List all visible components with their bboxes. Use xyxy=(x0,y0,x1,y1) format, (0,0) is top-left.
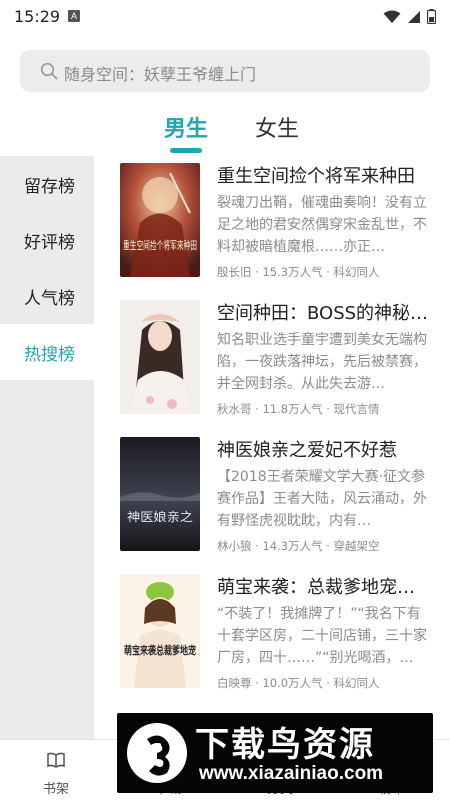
book-open-icon xyxy=(47,752,65,768)
book-cover[interactable]: 萌宝来袭总裁爹地宠 xyxy=(120,574,200,688)
book-title: 萌宝来袭：总裁爹地宠… xyxy=(217,577,415,598)
signal-icon xyxy=(408,10,420,23)
watermark-title: 下载鸟资源 xyxy=(195,725,375,765)
status-bar: 15:29 A xyxy=(0,0,450,34)
book-meta: 殷长旧 · 15.3万人气 · 科幻同人 xyxy=(217,265,380,279)
notification-a-icon: A xyxy=(68,10,80,22)
book-description: “不装了！我摊牌了！”“我名下有十套学区房，二十间店铺，三十家厂房，四十……”“… xyxy=(217,606,427,666)
book-cover[interactable]: 神医娘亲之 xyxy=(120,437,200,551)
nav-label: 书架 xyxy=(42,782,69,797)
book-cover-title: 重生空间捡个将军来种田 xyxy=(123,238,197,252)
rank-tab-popularity[interactable]: 人气榜 xyxy=(0,268,94,324)
watermark-url: www.xiazainiao.com xyxy=(199,763,384,784)
search-icon xyxy=(40,62,58,80)
book-title: 神医娘亲之爱妃不好惹 xyxy=(217,440,397,461)
status-icons xyxy=(383,9,436,24)
search-placeholder: 随身空间：妖孽王爷缠上门 xyxy=(64,65,257,84)
book-cover-title: 萌宝来袭总裁爹地宠 xyxy=(124,643,196,657)
book-cover-title: 神医娘亲之 xyxy=(127,509,193,524)
tab-female[interactable]: 女生 xyxy=(255,111,299,143)
book-description: 【2018王者荣耀文学大赛·征文参赛作品】王者大陆，风云涌动，外有野怪虎视眈眈，… xyxy=(217,469,427,529)
watermark: 下载鸟资源 www.xiazainiao.com xyxy=(117,713,433,793)
rank-tab-retention[interactable]: 留存榜 xyxy=(0,156,94,212)
rank-tab-label: 留存榜 xyxy=(24,177,75,197)
book-item[interactable]: 空间种田：BOSS的神秘… 知名职业选手童宇遭到美女无端构陷，一夜跌落神坛，先后… xyxy=(94,293,450,430)
book-item[interactable]: 神医娘亲之 神医娘亲之爱妃不好惹 【2018王者荣耀文学大赛·征文参赛作品】王者… xyxy=(94,430,450,567)
battery-icon xyxy=(427,9,436,24)
book-description: 知名职业选手童宇遭到美女无端构陷，一夜跌落神坛，先后被禁赛，并全网封杀。从此失去… xyxy=(217,332,427,392)
tab-male[interactable]: 男生 xyxy=(164,111,208,143)
search-input[interactable]: 随身空间：妖孽王爷缠上门 xyxy=(20,50,430,92)
rank-tab-hot-search[interactable]: 热搜榜 xyxy=(0,324,94,380)
rank-tab-label: 好评榜 xyxy=(24,233,75,253)
rank-tab-label: 热搜榜 xyxy=(24,345,75,365)
rank-sidebar: 留存榜 好评榜 人气榜 热搜榜 xyxy=(0,156,94,739)
wifi-icon xyxy=(383,10,401,23)
book-list: 重生空间捡个将军来种田 重生空间捡个将军来种田 裂魂刀出鞘，催魂曲奏响！没有立足… xyxy=(94,156,450,739)
bird-logo-icon xyxy=(127,723,187,783)
book-cover[interactable] xyxy=(120,300,200,414)
book-meta: 秋水哥 · 11.8万人气 · 现代言情 xyxy=(217,402,380,416)
status-time: 15:29 xyxy=(14,7,61,26)
gender-tabs: 男生 女生 xyxy=(0,105,450,155)
book-title: 空间种田：BOSS的神秘… xyxy=(217,303,429,324)
book-item[interactable]: 萌宝来袭总裁爹地宠 萌宝来袭：总裁爹地宠… “不装了！我摊牌了！”“我名下有十套… xyxy=(94,567,450,704)
book-description: 裂魂刀出鞘，催魂曲奏响！没有立足之地的君安然偶穿宋金乱世，不料却被暗植魔根……亦… xyxy=(217,195,427,255)
nav-bookshelf[interactable]: 书架 xyxy=(0,740,112,800)
rank-tab-label: 人气榜 xyxy=(24,289,75,309)
book-meta: 林小狼 · 14.3万人气 · 穿越架空 xyxy=(217,539,380,553)
rank-tab-rating[interactable]: 好评榜 xyxy=(0,212,94,268)
tab-indicator xyxy=(170,148,202,153)
book-cover[interactable]: 重生空间捡个将军来种田 xyxy=(120,163,200,277)
book-meta: 白映尊 · 10.0万人气 · 科幻同人 xyxy=(217,676,380,690)
book-title: 重生空间捡个将军来种田 xyxy=(217,166,415,187)
book-item[interactable]: 重生空间捡个将军来种田 重生空间捡个将军来种田 裂魂刀出鞘，催魂曲奏响！没有立足… xyxy=(94,156,450,293)
